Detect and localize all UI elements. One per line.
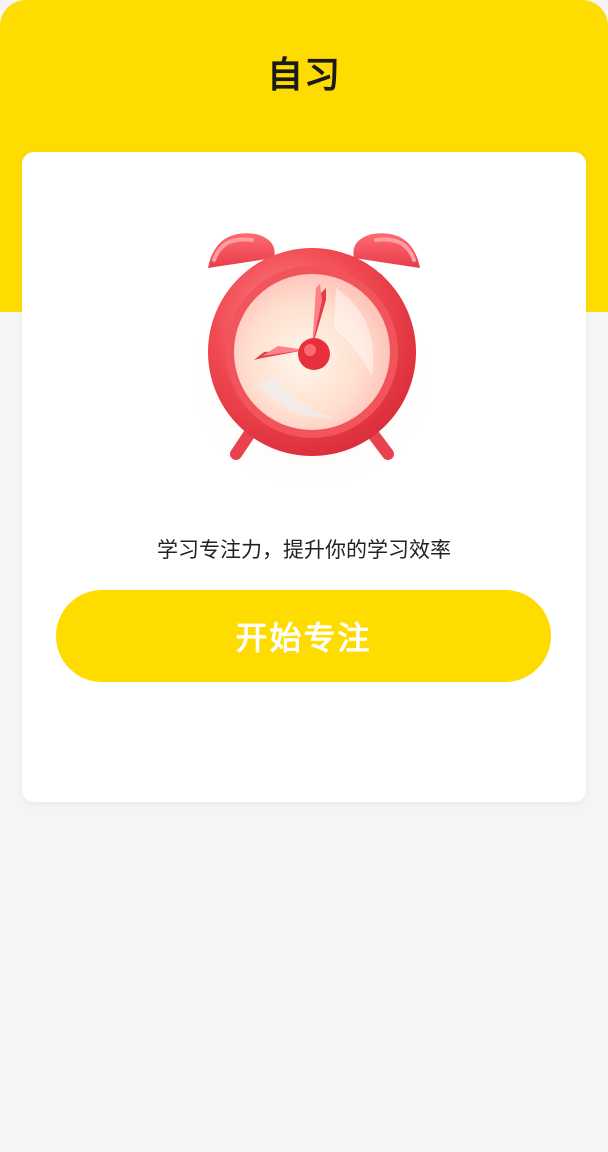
alarm-clock-icon [166, 208, 442, 498]
start-focus-button-label: 开始专注 [235, 619, 372, 657]
tagline-text: 学习专注力，提升你的学习效率 [157, 538, 451, 562]
start-focus-button[interactable]: 开始专注 [56, 590, 551, 682]
page-title: 自习 [266, 55, 341, 96]
focus-card: 学习专注力，提升你的学习效率 开始专注 [22, 152, 586, 802]
